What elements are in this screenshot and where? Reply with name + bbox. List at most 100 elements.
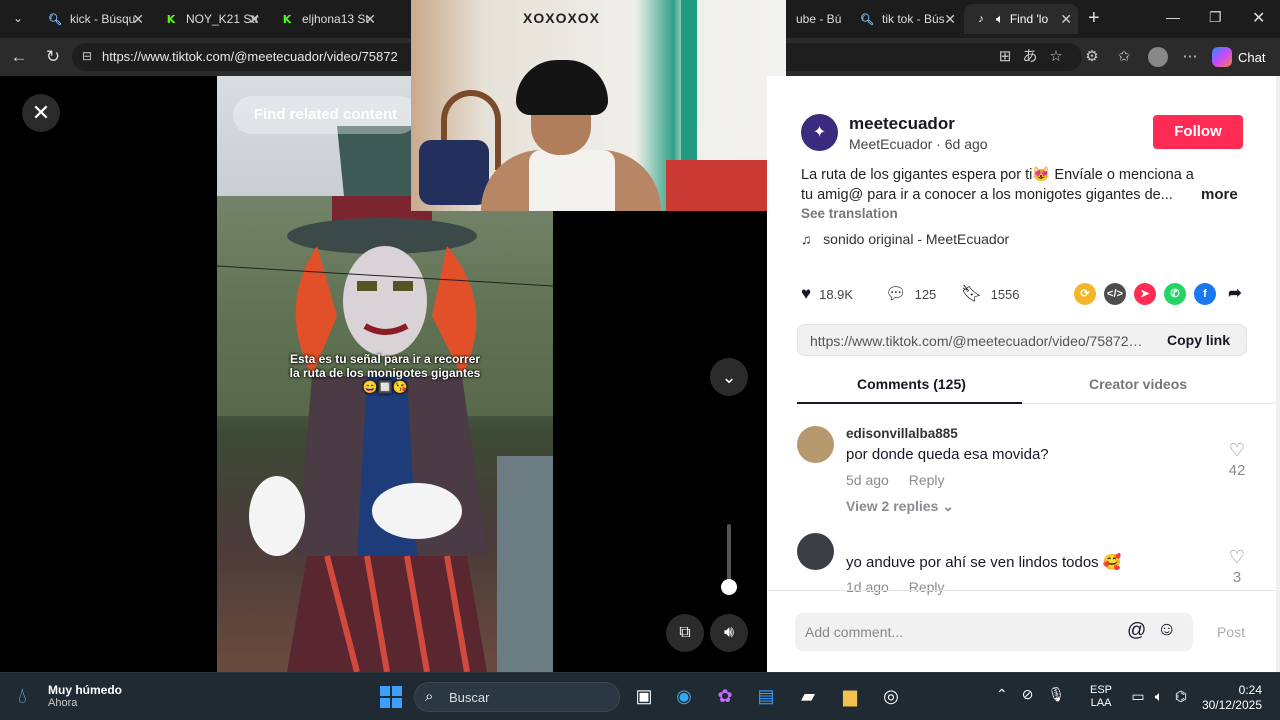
send-to-friends-icon[interactable]: ➤ bbox=[1134, 283, 1156, 305]
like-button[interactable]: ♥ 18.9K bbox=[801, 284, 853, 304]
volume-slider-knob[interactable] bbox=[721, 579, 737, 595]
network-off-icon[interactable]: ⊘ bbox=[1022, 686, 1034, 703]
tab-label: tik tok - Bús bbox=[882, 12, 945, 26]
commenter-avatar[interactable] bbox=[797, 426, 834, 463]
facebook-icon[interactable]: f bbox=[1194, 283, 1216, 305]
tab-creator-videos[interactable]: Creator videos bbox=[1089, 376, 1187, 392]
composer-divider bbox=[767, 590, 1276, 591]
creator-username[interactable]: meetecuador bbox=[849, 114, 955, 134]
creator-display-name: MeetEcuador bbox=[849, 136, 933, 152]
post-link-text[interactable]: https://www.tiktok.com/@meetecuador/vide… bbox=[810, 333, 1150, 349]
comment-username[interactable]: edisonvillalba885 bbox=[846, 426, 958, 441]
battery-icon[interactable]: ⌬ bbox=[1167, 682, 1195, 710]
tab-actions-chevron-icon[interactable]: ⌄ bbox=[10, 11, 26, 27]
minimize-icon[interactable]: — bbox=[1166, 9, 1180, 25]
taskbar-search-box[interactable]: ⌕ Buscar bbox=[414, 682, 620, 712]
whatsapp-icon[interactable]: ✆ bbox=[1164, 283, 1186, 305]
post-comment-button[interactable]: Post bbox=[1217, 624, 1245, 640]
emoji-icon[interactable]: ☺ bbox=[1157, 619, 1176, 641]
file-explorer-icon[interactable]: ▆ bbox=[836, 682, 864, 710]
comment-like[interactable]: ♡ 3 bbox=[1223, 547, 1251, 586]
volume-speaker-button[interactable]: 🔊︎ bbox=[710, 614, 748, 652]
keyboard-language[interactable]: ESP LAA bbox=[1090, 684, 1112, 710]
tab-tiktok-active[interactable]: ♪ 🔈︎ Find 'lo ✕ bbox=[964, 4, 1078, 34]
start-menu-windows-icon[interactable] bbox=[380, 686, 402, 708]
system-clock[interactable]: 0:24 30/12/2025 bbox=[1200, 683, 1262, 713]
back-arrow-icon[interactable]: ← bbox=[8, 46, 30, 68]
copilot-chat-button[interactable]: Chat bbox=[1212, 44, 1265, 70]
comment-text: yo anduve por ahí se ven lindos todos 🥰 bbox=[846, 554, 1122, 571]
close-icon[interactable]: ✕ bbox=[364, 11, 376, 28]
app-install-icon[interactable]: ⊞ bbox=[995, 47, 1015, 67]
add-comment-input[interactable]: Add comment... @ ☺ bbox=[795, 613, 1193, 651]
copy-link-button[interactable]: Copy link bbox=[1167, 332, 1230, 348]
commenter-avatar[interactable] bbox=[797, 533, 834, 570]
edge-browser-icon[interactable]: ◉ bbox=[670, 682, 698, 710]
maximize-icon[interactable]: ❐ bbox=[1209, 9, 1222, 26]
tab-tiktok-search[interactable]: 🔍︎ tik tok - Bús ✕ bbox=[850, 4, 962, 34]
more-link[interactable]: more bbox=[1201, 186, 1238, 203]
copilot-app-icon[interactable]: ✿ bbox=[711, 682, 739, 710]
close-video-button[interactable]: ✕ bbox=[22, 94, 60, 132]
tiktok-post-panel: ✦ meetecuador MeetEcuador · 6d ago Follo… bbox=[767, 76, 1280, 672]
comment-like-count: 42 bbox=[1228, 462, 1246, 479]
more-menu-icon[interactable]: ⋯ bbox=[1180, 47, 1200, 67]
panel-scrollbar[interactable] bbox=[1276, 76, 1280, 672]
comment-like[interactable]: ♡ 42 bbox=[1223, 440, 1251, 479]
weather-widget[interactable]: 💧︎ Muy húmedo Ahora bbox=[18, 683, 122, 709]
comment-button[interactable]: 💬︎ 125 bbox=[885, 284, 936, 304]
follow-button[interactable]: Follow bbox=[1153, 115, 1243, 149]
tab-eljhona13[interactable]: K eljhona13 St ✕ bbox=[270, 4, 382, 34]
repost-icon[interactable]: ⟳ bbox=[1074, 283, 1096, 305]
app-icon[interactable]: ▰ bbox=[794, 682, 822, 710]
close-icon[interactable]: ✕ bbox=[944, 11, 956, 28]
refresh-icon[interactable]: ↻ bbox=[42, 46, 64, 68]
tab-youtube-search[interactable]: ube - Bú bbox=[786, 4, 846, 34]
favorite-star-icon[interactable]: ☆ bbox=[1046, 47, 1066, 67]
webcam-backpack bbox=[419, 140, 489, 205]
mention-icon[interactable]: @ bbox=[1127, 620, 1146, 642]
microphone-icon[interactable]: 🎙︎ bbox=[1047, 686, 1065, 703]
weather-title: Muy húmedo bbox=[48, 683, 122, 697]
find-related-content-button[interactable]: Find related content bbox=[233, 96, 418, 134]
task-view-icon[interactable]: ▣ bbox=[630, 682, 658, 710]
tab-kick-search[interactable]: 🔍︎ kick - Búsqu ✕ bbox=[38, 4, 150, 34]
post-link-box: https://www.tiktok.com/@meetecuador/vide… bbox=[797, 324, 1247, 356]
tiktok-icon: ♪ bbox=[978, 13, 984, 25]
music-link[interactable]: ♫ sonido original - MeetEcuador bbox=[801, 231, 1009, 247]
see-translation-link[interactable]: See translation bbox=[801, 206, 898, 221]
chevron-down-icon: ⌄ bbox=[942, 498, 954, 514]
music-title: sonido original - MeetEcuador bbox=[823, 231, 1010, 247]
webcam-watermark: XOXOXOX bbox=[523, 10, 601, 26]
close-icon[interactable]: ✕ bbox=[132, 11, 144, 28]
microsoft-store-icon[interactable]: ▤ bbox=[752, 682, 780, 710]
weather-sub: Ahora bbox=[48, 697, 78, 709]
favorites-icon[interactable]: ✩ bbox=[1114, 47, 1134, 67]
search-label: Buscar bbox=[449, 690, 490, 705]
post-age: 6d ago bbox=[944, 136, 988, 152]
view-replies-link[interactable]: View 2 replies ⌄ bbox=[846, 498, 954, 515]
tab-noy-k21[interactable]: K NOY_K21 Str ✕ bbox=[154, 4, 266, 34]
tab-comments[interactable]: Comments (125) bbox=[857, 376, 966, 392]
close-icon[interactable]: ✕ bbox=[1060, 11, 1072, 28]
pip-mode-button[interactable]: ⧉ bbox=[666, 614, 704, 652]
creator-avatar[interactable]: ✦ bbox=[801, 114, 838, 151]
new-tab-icon[interactable]: + bbox=[1088, 7, 1100, 30]
profile-avatar-icon[interactable] bbox=[1148, 47, 1168, 67]
window-close-icon[interactable]: ✕ bbox=[1252, 8, 1265, 28]
translate-icon[interactable]: あ bbox=[1020, 47, 1040, 67]
close-icon[interactable]: ✕ bbox=[248, 11, 260, 28]
tray-chevron-up-icon[interactable]: ⌃ bbox=[996, 686, 1008, 703]
save-button[interactable]: 🔖︎ 1556 bbox=[961, 284, 1020, 304]
embed-code-icon[interactable]: </> bbox=[1104, 283, 1126, 305]
webcam-person-shirt bbox=[529, 150, 615, 211]
site-info-icon[interactable]: ⊟ bbox=[82, 49, 92, 63]
speaker-icon[interactable]: 🔈︎ bbox=[996, 11, 1004, 27]
extensions-icon[interactable]: ⚙ bbox=[1082, 47, 1102, 67]
share-arrow-icon[interactable]: ➦ bbox=[1224, 283, 1246, 305]
add-comment-placeholder: Add comment... bbox=[805, 624, 904, 640]
reply-button[interactable]: Reply bbox=[909, 472, 945, 488]
obs-record-icon[interactable]: ◎ bbox=[877, 682, 905, 710]
next-video-chevron-down-button[interactable]: ⌄ bbox=[710, 358, 748, 396]
reply-button[interactable]: Reply bbox=[909, 579, 945, 595]
